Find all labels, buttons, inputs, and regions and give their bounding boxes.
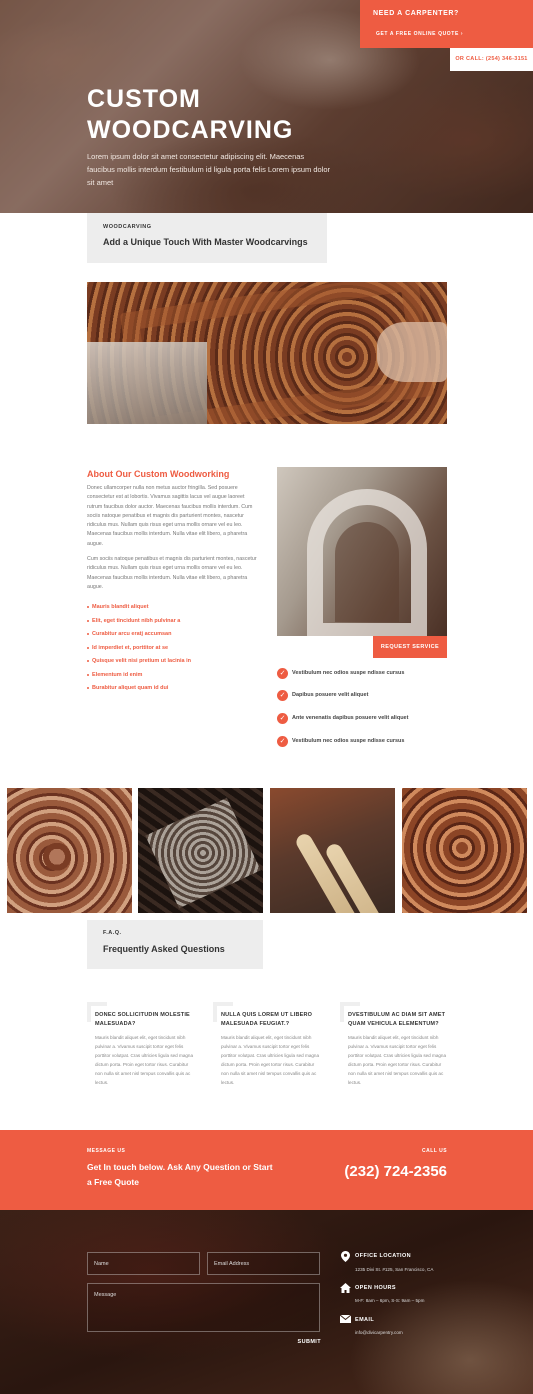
- faq-eyebrow: F.A.Q.: [103, 930, 122, 936]
- faq-question: DONEC SOLLICITUDIN MOLESTIE MALESUADA?: [95, 1012, 190, 1027]
- gallery-image[interactable]: [7, 788, 132, 913]
- hero-subtitle: Lorem ipsum dolor sit amet consectetur a…: [87, 152, 331, 187]
- check-icon: ✓: [277, 736, 288, 747]
- email-label: EMAIL: [355, 1317, 375, 1323]
- office-location-label: OFFICE LOCATION: [355, 1253, 412, 1259]
- bullet-item: Id imperdiet et, porttitor at se: [87, 644, 191, 658]
- hero-title: CUSTOM WOODCARVING: [87, 84, 387, 146]
- check-icon: ✓: [277, 713, 288, 724]
- submit-button[interactable]: SUBMIT: [287, 1339, 321, 1349]
- about-paragraph-2: Cum sociis natoque penatibus et magnis d…: [87, 556, 257, 590]
- intro-eyebrow: WOODCARVING: [103, 224, 152, 230]
- hero-title-line2: WOODCARVING: [87, 116, 294, 144]
- location-pin-icon: [340, 1251, 351, 1262]
- page: CUSTOM WOODCARVING Lorem ipsum dolor sit…: [0, 0, 533, 1394]
- faq-title: Frequently Asked Questions: [103, 944, 225, 954]
- faq-question: NULLA QUIS LOREM UT LIBERO MALESUADA FEU…: [221, 1012, 313, 1027]
- request-service-button[interactable]: REQUEST SERVICE: [373, 636, 447, 658]
- office-location-value: 1235 Divi St. #125, San Francisco, CA: [355, 1267, 434, 1272]
- about-paragraph-1: Donec ullamcorper nulla non metus auctor…: [87, 485, 253, 547]
- call-phone-number[interactable]: (232) 724-2356: [337, 1163, 447, 1180]
- email-field[interactable]: Email Address: [207, 1252, 320, 1275]
- about-heading: About Our Custom Woodworking: [87, 469, 230, 479]
- checklist-item: Dapibus posuere velit aliquet: [292, 692, 369, 698]
- bullet-item: Curabitur arcu eratj accumsan: [87, 630, 191, 644]
- call-label: CALL US: [422, 1148, 448, 1154]
- check-icon: ✓: [277, 668, 288, 679]
- woodcarving-image: [87, 282, 447, 424]
- about-bullet-list: Mauris blandit aliquet Elit, eget tincid…: [87, 603, 191, 698]
- bullet-item: Elementum id enim: [87, 671, 191, 685]
- message-label: MESSAGE US: [87, 1148, 126, 1154]
- open-hours-label: OPEN HOURS: [355, 1285, 396, 1291]
- hero-title-line1: CUSTOM: [87, 85, 201, 113]
- checklist-item: Vestibulum nec odios suspe ndisse cursus: [292, 738, 405, 744]
- home-icon: [340, 1283, 351, 1294]
- carved-chair-image: [277, 467, 447, 636]
- free-quote-link[interactable]: GET A FREE ONLINE QUOTE ›: [376, 31, 463, 37]
- intro-title: Add a Unique Touch With Master Woodcarvi…: [103, 237, 308, 247]
- bullet-item: Quisque velit nisi pretium ut lacinia in: [87, 657, 191, 671]
- faq-question: DVESTIBULUM AC DIAM SIT AMET QUAM VEHICU…: [348, 1012, 446, 1027]
- call-phone-link[interactable]: OR CALL: (254) 346-3151: [450, 48, 533, 71]
- faq-answer: Mauris blandit aliquet elit, eget tincid…: [221, 1035, 320, 1085]
- bullet-item: Burabitur aliquet quam id dui: [87, 684, 191, 698]
- open-hours-value: M-F: 8am – 6pm, S-S: 9am – 5pm: [355, 1298, 425, 1303]
- faq-answer: Mauris blandit aliquet elit, eget tincid…: [348, 1035, 447, 1085]
- cta-box: [360, 0, 533, 48]
- bullet-item: Mauris blandit aliquet: [87, 603, 191, 617]
- name-field[interactable]: Name: [87, 1252, 200, 1275]
- cta-title: NEED A CARPENTER?: [373, 10, 459, 17]
- envelope-icon: [339, 1314, 352, 1326]
- bullet-item: Elit, eget tincidunt nibh pulvinar a: [87, 617, 191, 631]
- message-title: Get In touch below. Ask Any Question or …: [87, 1162, 273, 1187]
- gallery-image[interactable]: [270, 788, 395, 913]
- checklist-item: Vestibulum nec odios suspe ndisse cursus: [292, 670, 405, 676]
- faq-answer: Mauris blandit aliquet elit, eget tincid…: [95, 1035, 194, 1085]
- message-field[interactable]: Message: [87, 1283, 320, 1332]
- check-icon: ✓: [277, 690, 288, 701]
- gallery-image[interactable]: [138, 788, 263, 913]
- checklist-item: Ante venenatis dapibus posuere velit ali…: [292, 715, 409, 721]
- email-value[interactable]: info@divicarpentry.com: [355, 1330, 403, 1335]
- gallery-image[interactable]: [402, 788, 527, 913]
